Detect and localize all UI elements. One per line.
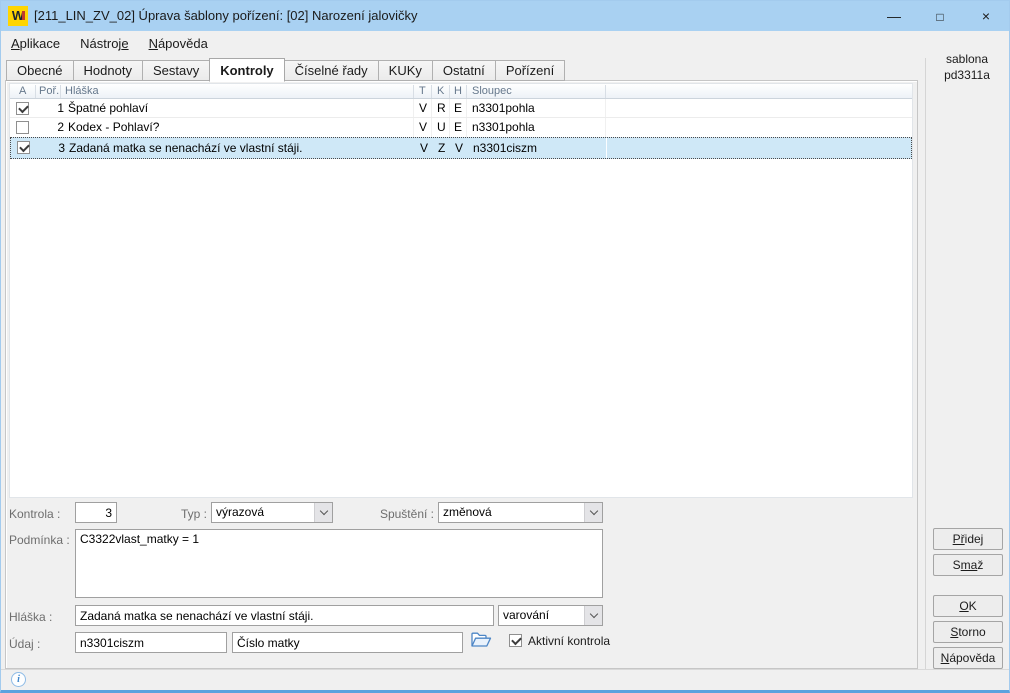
status-bar: i <box>1 669 1009 690</box>
col-header-h[interactable]: H <box>454 84 462 99</box>
row-column: n3301pohla <box>472 101 535 115</box>
window-title: [211_LIN_ZV_02] Úprava šablony pořízení:… <box>34 8 418 23</box>
col-header-a[interactable]: A <box>19 84 26 99</box>
col-header-k[interactable]: K <box>437 84 444 99</box>
table-header[interactable]: A Poř. Hláška T K H Sloupec <box>10 84 912 99</box>
row-number: 2 <box>57 120 64 134</box>
row-message: Špatné pohlaví <box>68 101 149 115</box>
close-icon: × <box>981 8 991 24</box>
tab-ciselne-rady[interactable]: Číselné řady <box>283 60 379 81</box>
minimize-icon: — <box>887 8 901 24</box>
maximize-icon: □ <box>936 10 944 24</box>
col-header-por[interactable]: Poř. <box>39 84 59 99</box>
podminka-textarea[interactable]: C3322vlast_matky = 1 <box>75 529 603 598</box>
minimize-button[interactable]: — <box>871 1 917 31</box>
aktivni-kontrola-checkbox[interactable] <box>509 634 522 647</box>
tab-kuky[interactable]: KUKy <box>377 60 433 81</box>
tab-hodnoty[interactable]: Hodnoty <box>72 60 143 81</box>
kontrola-label: Kontrola : <box>9 507 61 521</box>
pridej-button[interactable]: Přidej <box>933 528 1003 550</box>
app-icon: W <box>8 6 28 26</box>
tab-strip: Obecné Hodnoty Sestavy Kontroly Číselné … <box>6 57 566 82</box>
info-icon[interactable]: i <box>11 672 26 687</box>
row-message: Kodex - Pohlaví? <box>68 120 160 134</box>
podminka-label: Podmínka : <box>9 533 70 547</box>
menu-aplikace[interactable]: Aplikace <box>1 31 70 57</box>
row-number: 3 <box>58 141 65 155</box>
spusteni-label: Spuštění : <box>379 507 434 521</box>
ok-button[interactable]: OK <box>933 595 1003 617</box>
titlebar[interactable]: W [211_LIN_ZV_02] Úprava šablony pořízen… <box>1 1 1009 31</box>
chevron-down-icon[interactable] <box>584 503 602 522</box>
chevron-down-icon[interactable] <box>314 503 332 522</box>
typ-label: Typ : <box>180 507 207 521</box>
row-column: n3301ciszm <box>473 141 538 155</box>
tab-kontroly[interactable]: Kontroly <box>209 58 285 82</box>
spusteni-select[interactable]: změnová <box>438 502 603 523</box>
tab-obecne[interactable]: Obecné <box>6 60 74 81</box>
template-info: sablona pd3311a <box>926 51 1008 83</box>
menu-napoveda[interactable]: Nápověda <box>139 31 218 57</box>
chevron-down-icon[interactable] <box>584 606 602 625</box>
col-header-hlaska[interactable]: Hláška <box>65 84 99 99</box>
row-column: n3301pohla <box>472 120 535 134</box>
template-code: pd3311a <box>944 68 990 82</box>
aktivni-kontrola-label: Aktivní kontrola <box>528 634 611 648</box>
menubar: Aplikace Nástroje Nápověda <box>1 31 1009 57</box>
hlaska-label: Hláška : <box>9 610 53 624</box>
table-row-selected[interactable]: 3 Zadaná matka se nenachází ve vlastní s… <box>10 137 912 159</box>
open-folder-icon[interactable] <box>470 631 492 650</box>
panel-divider <box>925 58 926 671</box>
row-number: 1 <box>57 101 64 115</box>
tab-ostatni[interactable]: Ostatní <box>431 60 496 81</box>
table-row[interactable]: 2 Kodex - Pohlaví? V U E n3301pohla <box>10 118 912 137</box>
hlaska-input[interactable] <box>75 605 494 626</box>
kontroly-table[interactable]: A Poř. Hláška T K H Sloupec 1 Špatné poh… <box>9 83 913 498</box>
close-button[interactable]: × <box>963 1 1009 31</box>
napoveda-button[interactable]: Nápověda <box>933 647 1003 669</box>
table-row[interactable]: 1 Špatné pohlaví V R E n3301pohla <box>10 99 912 118</box>
row-message: Zadaná matka se nenachází ve vlastní stá… <box>69 141 303 155</box>
menu-nastroje[interactable]: Nástroje <box>70 31 138 57</box>
udaj-label: Údaj : <box>9 637 41 651</box>
smaz-button[interactable]: Smaž <box>933 554 1003 576</box>
app-icon-letter: W <box>11 8 25 23</box>
storno-button[interactable]: Storno <box>933 621 1003 643</box>
kontrola-input[interactable] <box>75 502 117 523</box>
maximize-button[interactable]: □ <box>917 1 963 31</box>
zavaznost-select[interactable]: varování <box>498 605 603 626</box>
typ-select[interactable]: výrazová <box>211 502 333 523</box>
tab-porizeni[interactable]: Pořízení <box>494 60 566 81</box>
application-window: W [211_LIN_ZV_02] Úprava šablony pořízen… <box>0 0 1010 693</box>
col-header-sloupec[interactable]: Sloupec <box>472 84 512 99</box>
col-header-t[interactable]: T <box>419 84 426 99</box>
tab-sestavy[interactable]: Sestavy <box>141 60 211 81</box>
udaj-name-input[interactable] <box>232 632 463 653</box>
template-name: sablona <box>945 52 989 66</box>
udaj-code-input[interactable] <box>75 632 227 653</box>
